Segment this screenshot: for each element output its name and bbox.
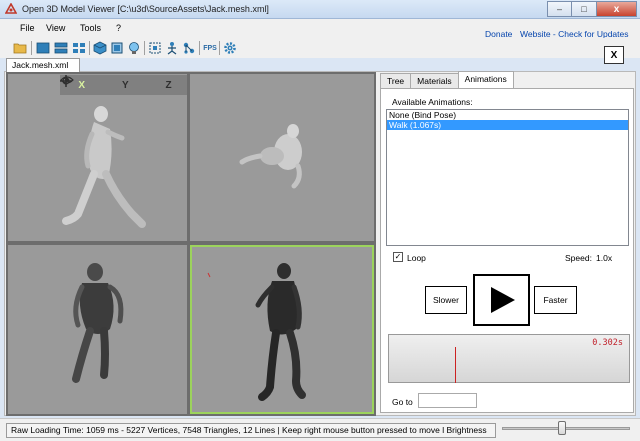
loop-label: Loop	[407, 253, 426, 263]
cube-wire-icon[interactable]	[109, 40, 125, 56]
animation-timeline[interactable]: 0.302s	[388, 334, 630, 383]
frame-icon[interactable]	[147, 40, 163, 56]
toolbar-separator	[219, 41, 220, 55]
tab-tree[interactable]: Tree	[380, 73, 412, 89]
fps-icon[interactable]: FPS	[202, 40, 218, 56]
toolbar-separator	[89, 41, 90, 55]
brightness-slider-thumb[interactable]	[558, 421, 566, 435]
viewport-top-right[interactable]	[190, 74, 374, 241]
play-icon	[490, 287, 515, 313]
available-animations-label: Available Animations:	[392, 97, 473, 107]
character-model-side	[62, 106, 146, 228]
tab-materials[interactable]: Materials	[410, 73, 459, 89]
viewport-bottom-left[interactable]	[8, 245, 187, 414]
toolbar: FPS	[0, 38, 640, 58]
faster-button[interactable]: Faster	[534, 286, 577, 314]
menu-file[interactable]: File	[20, 23, 35, 33]
toolbar-separator	[31, 41, 32, 55]
list-item-selected[interactable]: Walk (1.067s)	[387, 120, 628, 130]
folder-icon[interactable]	[12, 40, 28, 56]
layout-single-icon[interactable]	[35, 40, 51, 56]
viewport-grid: X Y Z	[6, 72, 376, 416]
window-title: Open 3D Model Viewer [C:\u3d\SourceAsset…	[22, 4, 269, 14]
menu-bar: File View Tools ? Donate Website - Check…	[0, 19, 640, 39]
goto-input[interactable]	[418, 393, 477, 408]
close-window-button[interactable]: x	[597, 1, 637, 17]
brightness-slider-track[interactable]	[502, 427, 630, 430]
gear-icon[interactable]	[222, 40, 238, 56]
bulb-icon[interactable]	[126, 40, 142, 56]
menu-help[interactable]: ?	[116, 23, 121, 33]
time-readout: 0.302s	[592, 338, 623, 348]
layout-rows-icon[interactable]	[53, 40, 69, 56]
minimize-button[interactable]: –	[547, 1, 572, 17]
panel-tabs: Tree Materials Animations	[380, 71, 514, 89]
maximize-button[interactable]: □	[572, 1, 597, 17]
timeline-playhead[interactable]	[455, 347, 456, 383]
speed-value: 1.0x	[596, 253, 613, 263]
list-item[interactable]: None (Bind Pose)	[387, 110, 628, 120]
menu-view[interactable]: View	[46, 23, 65, 33]
slower-button[interactable]: Slower	[425, 286, 467, 314]
speed-label: Speed:	[565, 253, 592, 263]
fps-label: FPS	[203, 44, 217, 52]
menu-tools[interactable]: Tools	[80, 23, 101, 33]
goto-label: Go to	[392, 397, 413, 407]
viewport-top-left[interactable]: X Y Z	[8, 74, 187, 241]
viewport-bottom-right[interactable]	[190, 245, 374, 414]
window-controls: – □ x	[547, 1, 637, 17]
status-text: Raw Loading Time: 1059 ms - 5227 Vertice…	[6, 423, 496, 438]
app-logo-icon	[5, 3, 17, 14]
character-model-front	[72, 263, 124, 383]
toolbar-separator	[199, 41, 200, 55]
skeleton-icon[interactable]	[164, 40, 180, 56]
loop-checkbox[interactable]: ✓	[393, 252, 403, 262]
tab-animations[interactable]: Animations	[457, 71, 514, 89]
nodes-icon[interactable]	[181, 40, 197, 56]
cube-icon[interactable]	[92, 40, 108, 56]
play-button[interactable]	[473, 274, 530, 326]
animations-list[interactable]: None (Bind Pose) Walk (1.067s)	[386, 109, 629, 246]
character-model-top	[239, 124, 302, 189]
document-tab[interactable]: Jack.mesh.xml	[6, 58, 80, 72]
layout-grid-icon[interactable]	[71, 40, 87, 56]
close-document-button[interactable]: X	[604, 46, 624, 64]
character-model-perspective	[207, 263, 306, 401]
toolbar-separator	[144, 41, 145, 55]
title-bar: Open 3D Model Viewer [C:\u3d\SourceAsset…	[0, 0, 640, 19]
